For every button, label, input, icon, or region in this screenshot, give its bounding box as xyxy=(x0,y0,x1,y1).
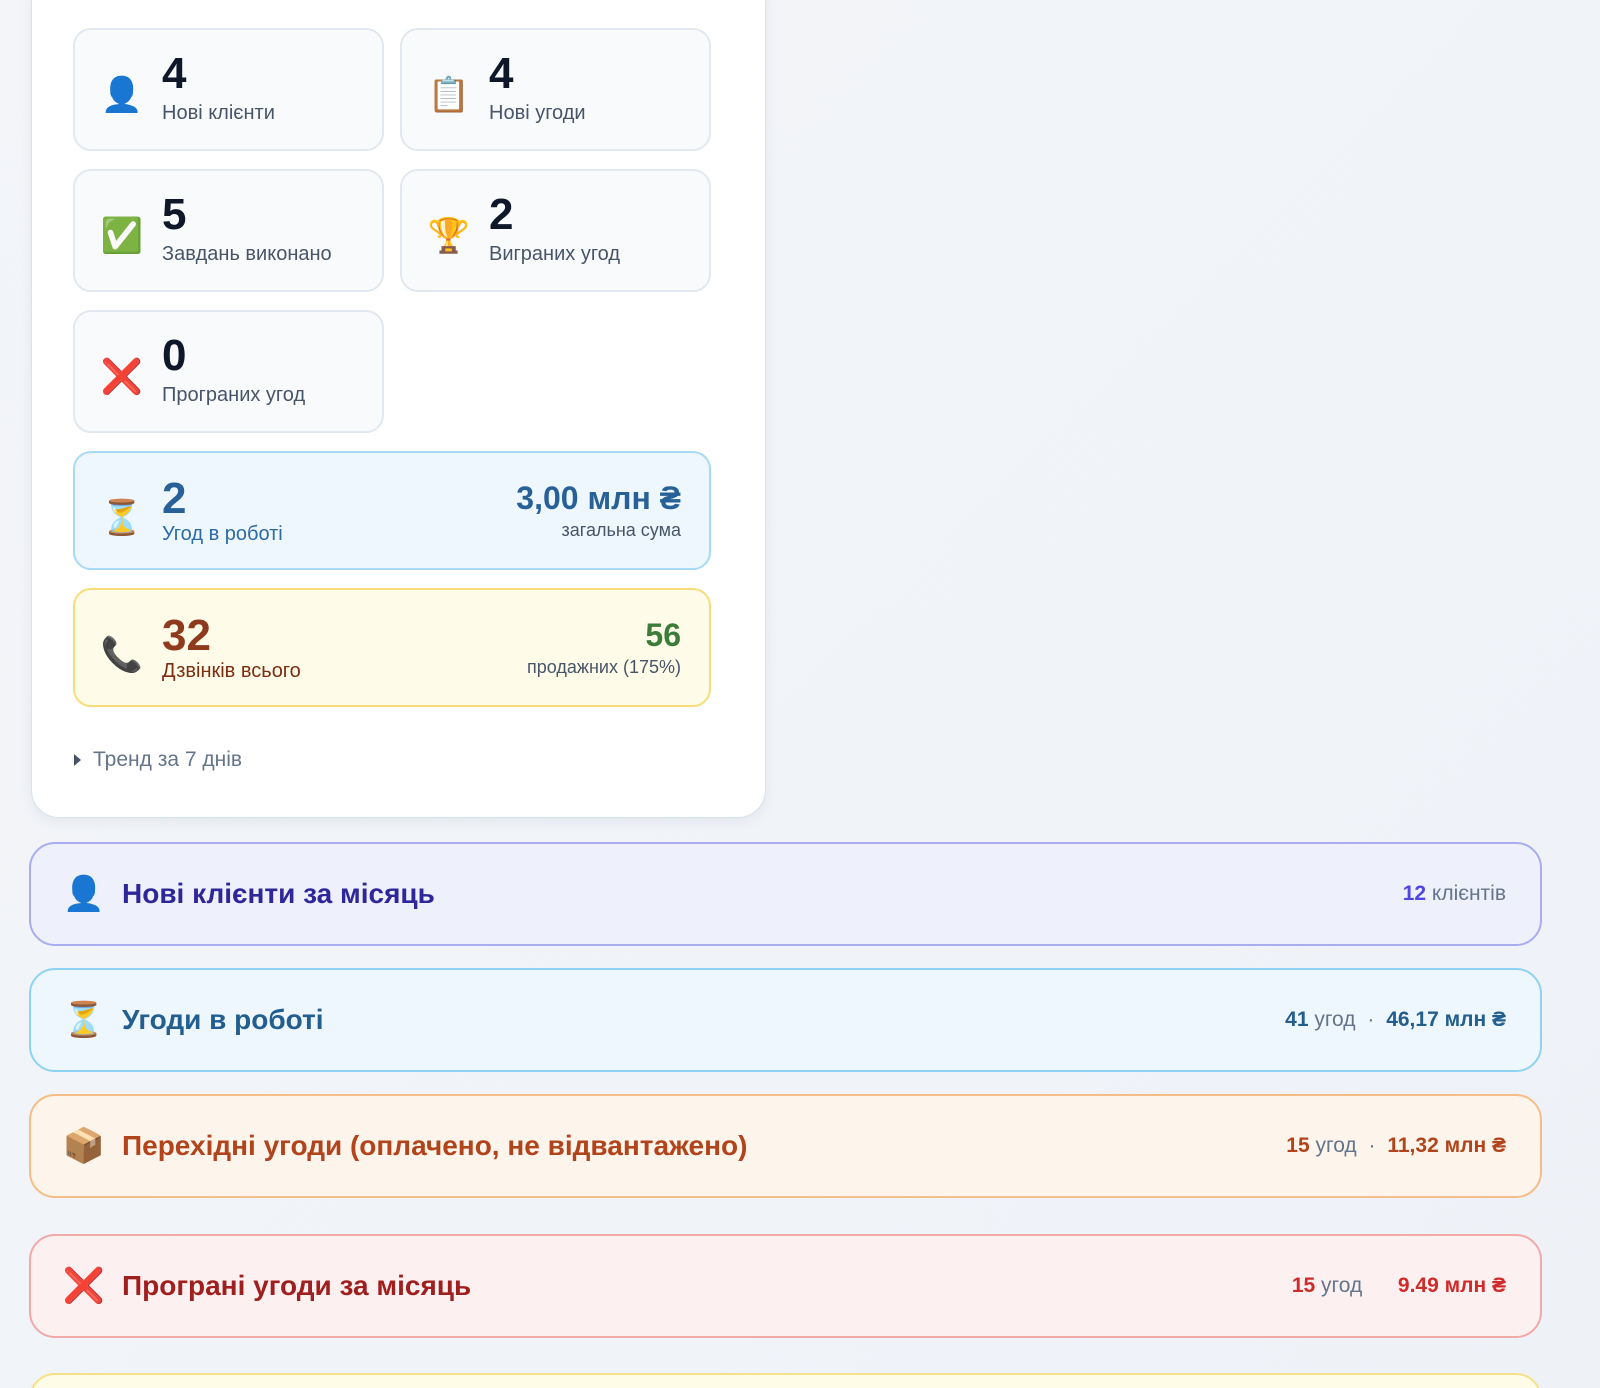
count-unit: угод xyxy=(1314,1008,1356,1031)
section-transit-deals[interactable]: 📦 Перехідні угоди (оплачено, не відванта… xyxy=(29,1094,1542,1198)
stat-new-clients: 👤 4 Нові клієнти xyxy=(73,28,384,151)
section-title: Перехідні угоди (оплачено, не відвантаже… xyxy=(122,1130,748,1161)
in-work-total: 3,00 млн ₴ загальна сума xyxy=(516,480,681,541)
package-icon: 📦 xyxy=(62,1127,106,1165)
sum-value: 46,17 млн ₴ xyxy=(1386,1008,1506,1031)
stat-value: 2 xyxy=(489,190,514,239)
section-meta: 15 угод 9.49 млн ₴ xyxy=(1292,1274,1506,1298)
phone-icon: 📞 xyxy=(100,636,144,674)
sum-value: 11,32 млн ₴ xyxy=(1387,1134,1506,1157)
section-meta: 41 угод · 46,17 млн ₴ xyxy=(1285,1008,1506,1032)
stat-value: 4 xyxy=(162,49,187,98)
section-title: Нові клієнти за місяць xyxy=(122,878,435,909)
cross-icon: ❌ xyxy=(62,1267,106,1305)
section-meta: 15 угод · 11,32 млн ₴ xyxy=(1286,1134,1506,1158)
user-icon: 👤 xyxy=(100,76,144,114)
count-value: 15 xyxy=(1291,1274,1316,1297)
sales-calls-count: 56 xyxy=(645,617,681,653)
count-unit: клієнтів xyxy=(1431,882,1506,905)
stat-label: Виграних угод xyxy=(489,243,621,265)
stat-value: 5 xyxy=(162,190,187,239)
stat-calls: 📞 32 Дзвінків всього 56 продажних (175%) xyxy=(73,588,711,707)
trend-label: Тренд за 7 днів xyxy=(93,748,243,771)
stat-value: 0 xyxy=(162,331,187,380)
stat-won-deals: 🏆 2 Виграних угод xyxy=(400,169,711,292)
count-unit: угод xyxy=(1315,1134,1357,1157)
sum-value: 9.49 млн ₴ xyxy=(1397,1274,1506,1297)
hourglass-icon: ⏳ xyxy=(100,499,144,537)
section-deals-in-work[interactable]: ⏳ Угоди в роботі 41 угод · 46,17 млн ₴ xyxy=(29,968,1542,1072)
section-title: Програні угоди за місяць xyxy=(122,1270,472,1301)
daily-summary-card: 👤 4 Нові клієнти 📋 4 Нові угоди ✅ 5 Завд… xyxy=(31,0,766,818)
count-unit: угод xyxy=(1321,1274,1363,1297)
stat-deals-in-work: ⏳ 2 Угод в роботі 3,00 млн ₴ загальна су… xyxy=(73,451,711,570)
separator: · xyxy=(1367,1008,1375,1031)
count-value: 41 xyxy=(1285,1008,1309,1031)
cross-icon: ❌ xyxy=(100,358,144,396)
stat-label: Нові угоди xyxy=(489,102,586,124)
section-meta: 12 клієнтів xyxy=(1403,882,1506,906)
section-new-clients-month[interactable]: 👤 Нові клієнти за місяць 12 клієнтів xyxy=(29,842,1542,946)
total-label: загальна сума xyxy=(561,520,681,541)
stat-value: 32 xyxy=(162,611,211,660)
stat-label: Завдань виконано xyxy=(162,243,332,265)
stat-new-deals: 📋 4 Нові угоди xyxy=(400,28,711,151)
check-icon: ✅ xyxy=(100,217,144,255)
clipboard-icon: 📋 xyxy=(427,76,471,114)
stat-lost-deals: ❌ 0 Програних угод xyxy=(73,310,384,433)
section-title: Угоди в роботі xyxy=(122,1004,324,1035)
caret-right-icon xyxy=(74,754,81,766)
stat-value: 2 xyxy=(162,474,187,523)
trophy-icon: 🏆 xyxy=(427,217,471,255)
stat-label: Програних угод xyxy=(162,384,306,406)
stat-label: Дзвінків всього xyxy=(162,660,301,682)
hourglass-icon: ⏳ xyxy=(62,1001,106,1039)
user-icon: 👤 xyxy=(62,875,106,913)
count-value: 12 xyxy=(1402,882,1427,905)
count-value: 15 xyxy=(1286,1134,1310,1157)
stat-tasks-done: ✅ 5 Завдань виконано xyxy=(73,169,384,292)
total-amount: 3,00 млн ₴ xyxy=(516,480,681,516)
section-lost-deals-month[interactable]: ❌ Програні угоди за місяць 15 угод 9.49 … xyxy=(29,1234,1542,1338)
trend-toggle[interactable]: Тренд за 7 днів xyxy=(74,748,242,772)
stat-label: Угод в роботі xyxy=(162,523,283,545)
section-next-partial[interactable] xyxy=(29,1373,1542,1388)
separator: · xyxy=(1368,1134,1376,1157)
calls-sales: 56 продажних (175%) xyxy=(527,617,681,678)
stat-value: 4 xyxy=(489,49,514,98)
stat-label: Нові клієнти xyxy=(162,102,275,124)
sales-calls-label: продажних (175%) xyxy=(527,657,681,678)
